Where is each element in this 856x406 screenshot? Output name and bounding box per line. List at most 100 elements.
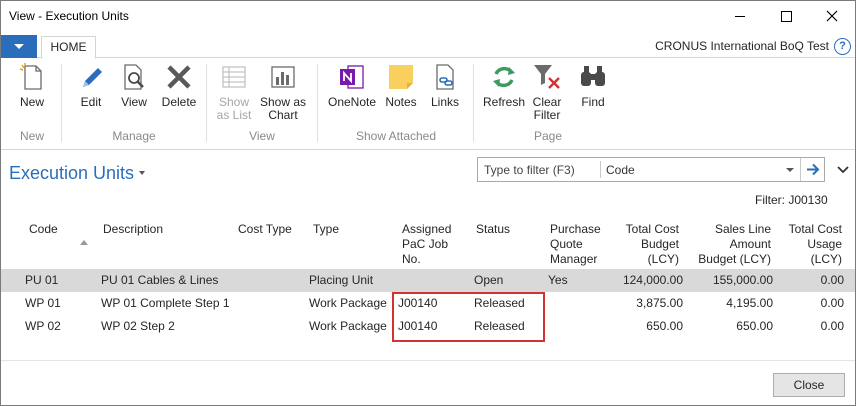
column-header-status-text: Status — [476, 222, 511, 236]
column-header-line: No. — [402, 252, 421, 266]
onenote-button[interactable]: OneNote — [325, 61, 379, 109]
delete-label: Delete — [161, 95, 197, 109]
column-header-description-text: Description — [103, 222, 164, 236]
cell-description: WP 01 Complete Step 1 — [101, 296, 230, 310]
filter-search-input[interactable]: Type to filter (F3) — [484, 163, 575, 177]
clear-filter-label-1: Clear — [532, 95, 562, 109]
ribbon-separator — [206, 64, 207, 142]
column-header-line: Total Cost — [788, 222, 842, 236]
notes-button[interactable]: Notes — [383, 61, 419, 109]
column-header-type[interactable]: Type — [313, 222, 339, 237]
cell-total-cost-usage: 0.00 — [820, 273, 844, 287]
tab-home[interactable]: HOME — [41, 36, 96, 59]
cell-description: WP 02 Step 2 — [101, 319, 175, 333]
column-header-purchase-quote-manager[interactable]: Purchase Quote Manager — [550, 222, 601, 267]
cell-type: Work Package — [309, 319, 387, 333]
links-label: Links — [430, 95, 459, 109]
view-button[interactable]: View — [115, 61, 153, 109]
show-as-chart-button[interactable]: Show as Chart — [259, 61, 307, 122]
sticky-note-icon — [389, 65, 413, 89]
column-header-line: Budget — [640, 237, 679, 251]
list-icon — [222, 66, 246, 88]
group-view-label: View — [249, 129, 275, 143]
close-button[interactable]: Close — [773, 373, 845, 397]
group-new-label: New — [19, 129, 44, 143]
page-title[interactable]: Execution Units — [9, 163, 134, 184]
onenote-icon — [340, 65, 364, 89]
chart-icon — [271, 66, 295, 88]
active-filter-label: Filter: J00130 — [755, 193, 828, 207]
column-header-line: Quote — [550, 237, 583, 251]
new-document-icon — [19, 63, 42, 90]
column-header-assigned-pac-job[interactable]: Assigned PaC Job No. — [402, 222, 451, 267]
binoculars-icon — [581, 66, 605, 86]
group-page-label: Page — [533, 129, 563, 143]
find-button[interactable]: Find — [576, 61, 610, 109]
column-header-total-cost-budget[interactable]: Total Cost Budget (LCY) — [609, 222, 679, 267]
column-header-type-text: Type — [313, 222, 340, 236]
column-header-status[interactable]: Status — [476, 222, 510, 237]
edit-button[interactable]: Edit — [73, 61, 109, 109]
find-label: Find — [581, 95, 605, 109]
close-window-button[interactable] — [809, 1, 855, 31]
ribbon-separator — [61, 64, 62, 142]
pencil-icon — [83, 68, 102, 87]
delete-button[interactable]: Delete — [159, 61, 199, 109]
column-header-line: Total Cost — [625, 222, 679, 236]
edit-label: Edit — [80, 95, 102, 109]
cell-purchase-quote-manager: Yes — [548, 273, 568, 287]
cell-type: Work Package — [309, 296, 387, 310]
table-row[interactable]: PU 01 PU 01 Cables & Lines Placing Unit … — [1, 269, 855, 292]
sort-ascending-icon — [80, 240, 88, 245]
close-icon — [826, 10, 838, 22]
notes-label: Notes — [385, 95, 417, 109]
column-header-code[interactable]: Code — [29, 222, 58, 237]
cell-type: Placing Unit — [309, 273, 374, 287]
title-bar: View - Execution Units — [1, 1, 855, 31]
chevron-down-icon[interactable] — [786, 168, 794, 172]
column-header-line: Usage — [807, 237, 842, 251]
group-show-attached-label: Show Attached — [355, 129, 437, 143]
column-header-line: Purchase — [550, 222, 601, 236]
cell-sales-line-amount: 650.00 — [736, 319, 773, 333]
show-as-list-label-2: as List — [216, 108, 252, 122]
cell-status: Open — [474, 273, 504, 287]
links-button[interactable]: Links — [427, 61, 463, 109]
highlight-annotation-box — [392, 292, 545, 342]
execution-units-window: View - Execution Units HOME CRONUS Inter… — [0, 0, 856, 406]
cell-total-cost-budget: 124,000.00 — [622, 273, 683, 287]
clear-filter-icon — [534, 65, 560, 89]
ribbon: New New Edit View Delete Manage Show as … — [1, 58, 855, 150]
page-title-dropdown-icon[interactable] — [139, 171, 145, 175]
filter-bar: Type to filter (F3) Code — [477, 157, 825, 182]
column-header-cost-type[interactable]: Cost Type — [238, 222, 292, 237]
filter-divider — [800, 158, 801, 181]
cell-total-cost-usage: 0.00 — [820, 296, 844, 310]
new-button[interactable]: New — [13, 61, 51, 109]
application-menu-button[interactable] — [1, 35, 37, 58]
chevron-down-icon[interactable] — [837, 165, 849, 174]
ribbon-separator — [317, 64, 318, 142]
column-header-sales-line-amount[interactable]: Sales Line Amount Budget (LCY) — [685, 222, 771, 267]
maximize-button[interactable] — [763, 1, 809, 31]
minimize-button[interactable] — [717, 1, 763, 31]
column-header-line: Manager — [550, 252, 598, 266]
cell-sales-line-amount: 4,195.00 — [726, 296, 773, 310]
filter-field-select[interactable]: Code — [606, 163, 635, 177]
filter-divider — [600, 161, 601, 178]
clear-filter-button[interactable]: Clear Filter — [531, 61, 563, 122]
column-header-code-text: Code — [29, 222, 58, 236]
arrow-right-icon[interactable] — [804, 161, 822, 178]
help-icon[interactable]: ? — [834, 38, 851, 55]
column-header-description[interactable]: Description — [103, 222, 163, 237]
refresh-icon — [493, 66, 515, 88]
cell-code: WP 01 — [25, 296, 61, 310]
new-label: New — [19, 95, 44, 109]
cell-total-cost-budget: 650.00 — [646, 319, 683, 333]
cell-code: WP 02 — [25, 319, 61, 333]
grid-bottom-divider — [1, 360, 855, 361]
view-label: View — [121, 95, 147, 109]
show-as-list-button[interactable]: Show as List — [214, 61, 254, 122]
column-header-total-cost-usage[interactable]: Total Cost Usage (LCY) — [777, 222, 842, 267]
refresh-button[interactable]: Refresh — [482, 61, 526, 109]
